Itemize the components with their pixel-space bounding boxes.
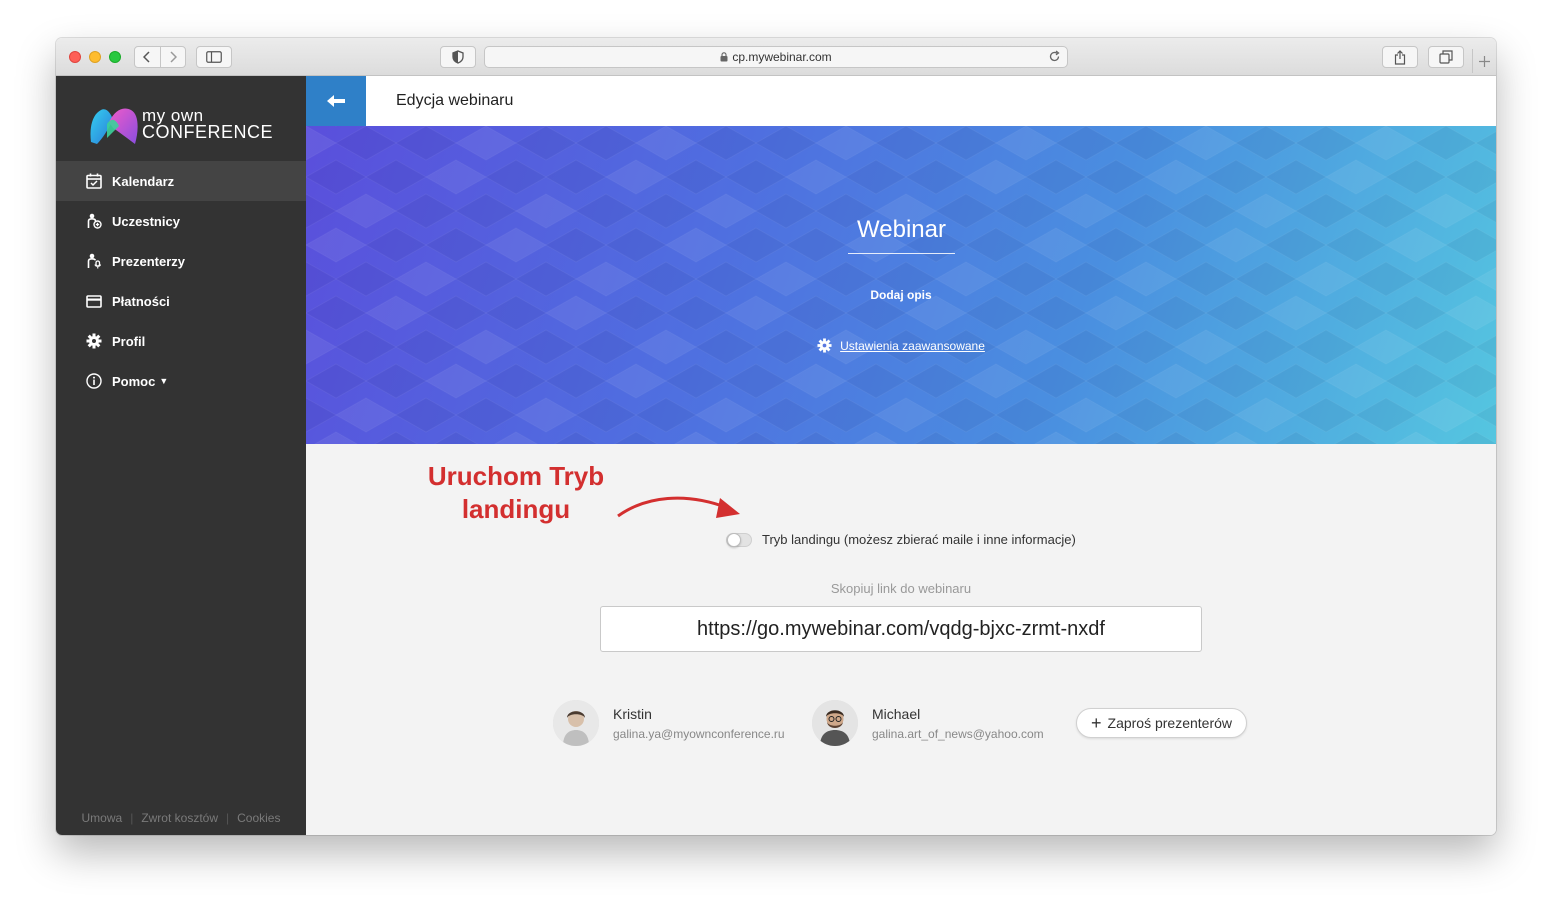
webinar-hero-banner: Webinar Dodaj opis Ustawienia zaawansowa… [306, 126, 1496, 444]
presenter-email: galina.ya@myownconference.ru [613, 726, 785, 741]
browser-toolbar: cp.mywebinar.com [56, 38, 1496, 76]
back-nav-button[interactable] [135, 51, 160, 63]
logo-mark-icon [90, 108, 138, 144]
calendar-icon [85, 172, 103, 190]
arrow-left-icon [327, 95, 345, 107]
presenter-card[interactable]: Kristin galina.ya@myownconference.ru [553, 700, 785, 746]
lock-icon [720, 52, 728, 62]
presenter-email: galina.art_of_news@yahoo.com [872, 726, 1044, 741]
copy-link-label: Skopiuj link do webinaru [830, 581, 972, 596]
footer-link-zwrot[interactable]: Zwrot kosztów [141, 811, 218, 825]
sidebar-item-kalendarz[interactable]: Kalendarz [56, 161, 306, 201]
sidebar-footer: Umowa | Zwrot kosztów | Cookies [56, 811, 306, 825]
caret-down-icon: ▼ [159, 376, 169, 386]
brand-logo[interactable]: my own CONFERENCE [89, 100, 289, 150]
webinar-link-field[interactable]: https://go.mywebinar.com/vqdg-bjxc-zrmt-… [600, 606, 1202, 652]
footer-divider: | [130, 811, 134, 825]
presenter-name: Kristin [613, 705, 652, 722]
sidebar-item-platnosci[interactable]: Płatności [56, 281, 306, 321]
add-description-link[interactable]: Dodaj opis [306, 288, 1496, 302]
avatar [553, 700, 599, 746]
advanced-settings: Ustawienia zaawansowane [306, 338, 1496, 353]
participants-icon [85, 212, 103, 230]
history-nav [134, 46, 186, 68]
footer-link-umowa[interactable]: Umowa [82, 811, 123, 825]
sidebar-item-prezenterzy[interactable]: Prezenterzy [56, 241, 306, 281]
sidebar-nav: Kalendarz Uczestnicy Prezenterzy Płatnoś… [56, 161, 306, 401]
footer-link-cookies[interactable]: Cookies [237, 811, 280, 825]
landing-mode-label: Tryb landingu (możesz zbierać maile i in… [762, 532, 1076, 547]
page-header: Edycja webinaru [306, 76, 1496, 126]
sidebar-item-profil[interactable]: Profil [56, 321, 306, 361]
forward-nav-button[interactable] [161, 51, 186, 63]
sidebar-item-label: Kalendarz [112, 173, 175, 189]
share-button[interactable] [1382, 46, 1418, 68]
chevron-left-icon [143, 51, 150, 63]
sidebar-item-pomoc[interactable]: Pomoc ▼ [56, 361, 306, 401]
card-icon [85, 292, 103, 310]
new-tab-button[interactable] [1472, 49, 1496, 73]
page-title: Edycja webinaru [396, 92, 514, 109]
annotation-line1: Uruchom Tryb [427, 461, 605, 491]
browser-window: cp.mywebinar.com my own CONFERENCE Kalen… [56, 38, 1496, 835]
plus-icon: + [1091, 713, 1102, 733]
annotation-callout: Uruchom Tryb landingu [406, 460, 626, 526]
hero-pattern [306, 126, 1496, 444]
gear-icon [85, 332, 103, 350]
presenter-card[interactable]: Michael galina.art_of_news@yahoo.com [812, 700, 1044, 746]
footer-divider: | [226, 811, 230, 825]
sidebar-item-label: Uczestnicy [112, 213, 180, 229]
presenter-icon [85, 252, 103, 270]
presenter-name: Michael [872, 705, 921, 722]
sidebar-icon [206, 51, 222, 63]
app-sidebar: my own CONFERENCE Kalendarz Uczestnicy P… [56, 76, 306, 835]
reload-icon[interactable] [1048, 50, 1061, 66]
landing-mode-row: Tryb landingu (możesz zbierać maile i in… [726, 532, 1076, 547]
close-window-button[interactable] [69, 51, 81, 63]
sidebar-item-label: Płatności [112, 293, 170, 309]
plus-icon [1479, 55, 1490, 67]
landing-mode-toggle[interactable] [726, 532, 752, 547]
sidebar-toggle-button[interactable] [196, 46, 232, 68]
invite-presenters-button[interactable]: + Zaproś prezenterów [1076, 708, 1248, 738]
advanced-settings-link[interactable]: Ustawienia zaawansowane [840, 339, 985, 353]
brand-line2: CONFERENCE [142, 122, 274, 142]
shield-icon [452, 50, 464, 64]
sidebar-item-label: Prezenterzy [112, 253, 185, 269]
main-content: Edycja webinaru Webinar Dodaj opis Ustaw… [306, 76, 1496, 835]
annotation-arrow-icon [617, 496, 740, 518]
share-icon [1394, 49, 1406, 65]
annotation-line2: landingu [461, 494, 571, 524]
info-icon [85, 372, 103, 390]
minimize-window-button[interactable] [89, 51, 101, 63]
sidebar-item-label: Profil [112, 333, 146, 349]
tabs-icon [1439, 50, 1453, 64]
privacy-button[interactable] [440, 46, 476, 68]
sidebar-item-label: Pomoc [112, 373, 156, 389]
invite-presenters-label: Zaproś prezenterów [1107, 715, 1233, 731]
chevron-right-icon [170, 51, 177, 63]
gear-icon [817, 338, 832, 353]
show-tabs-button[interactable] [1428, 46, 1464, 68]
address-bar[interactable]: cp.mywebinar.com [484, 46, 1068, 68]
back-button[interactable] [306, 76, 366, 126]
url-text: cp.mywebinar.com [732, 50, 832, 64]
sidebar-item-uczestnicy[interactable]: Uczestnicy [56, 201, 306, 241]
webinar-title[interactable]: Webinar [848, 216, 955, 254]
zoom-window-button[interactable] [109, 51, 121, 63]
avatar [812, 700, 858, 746]
